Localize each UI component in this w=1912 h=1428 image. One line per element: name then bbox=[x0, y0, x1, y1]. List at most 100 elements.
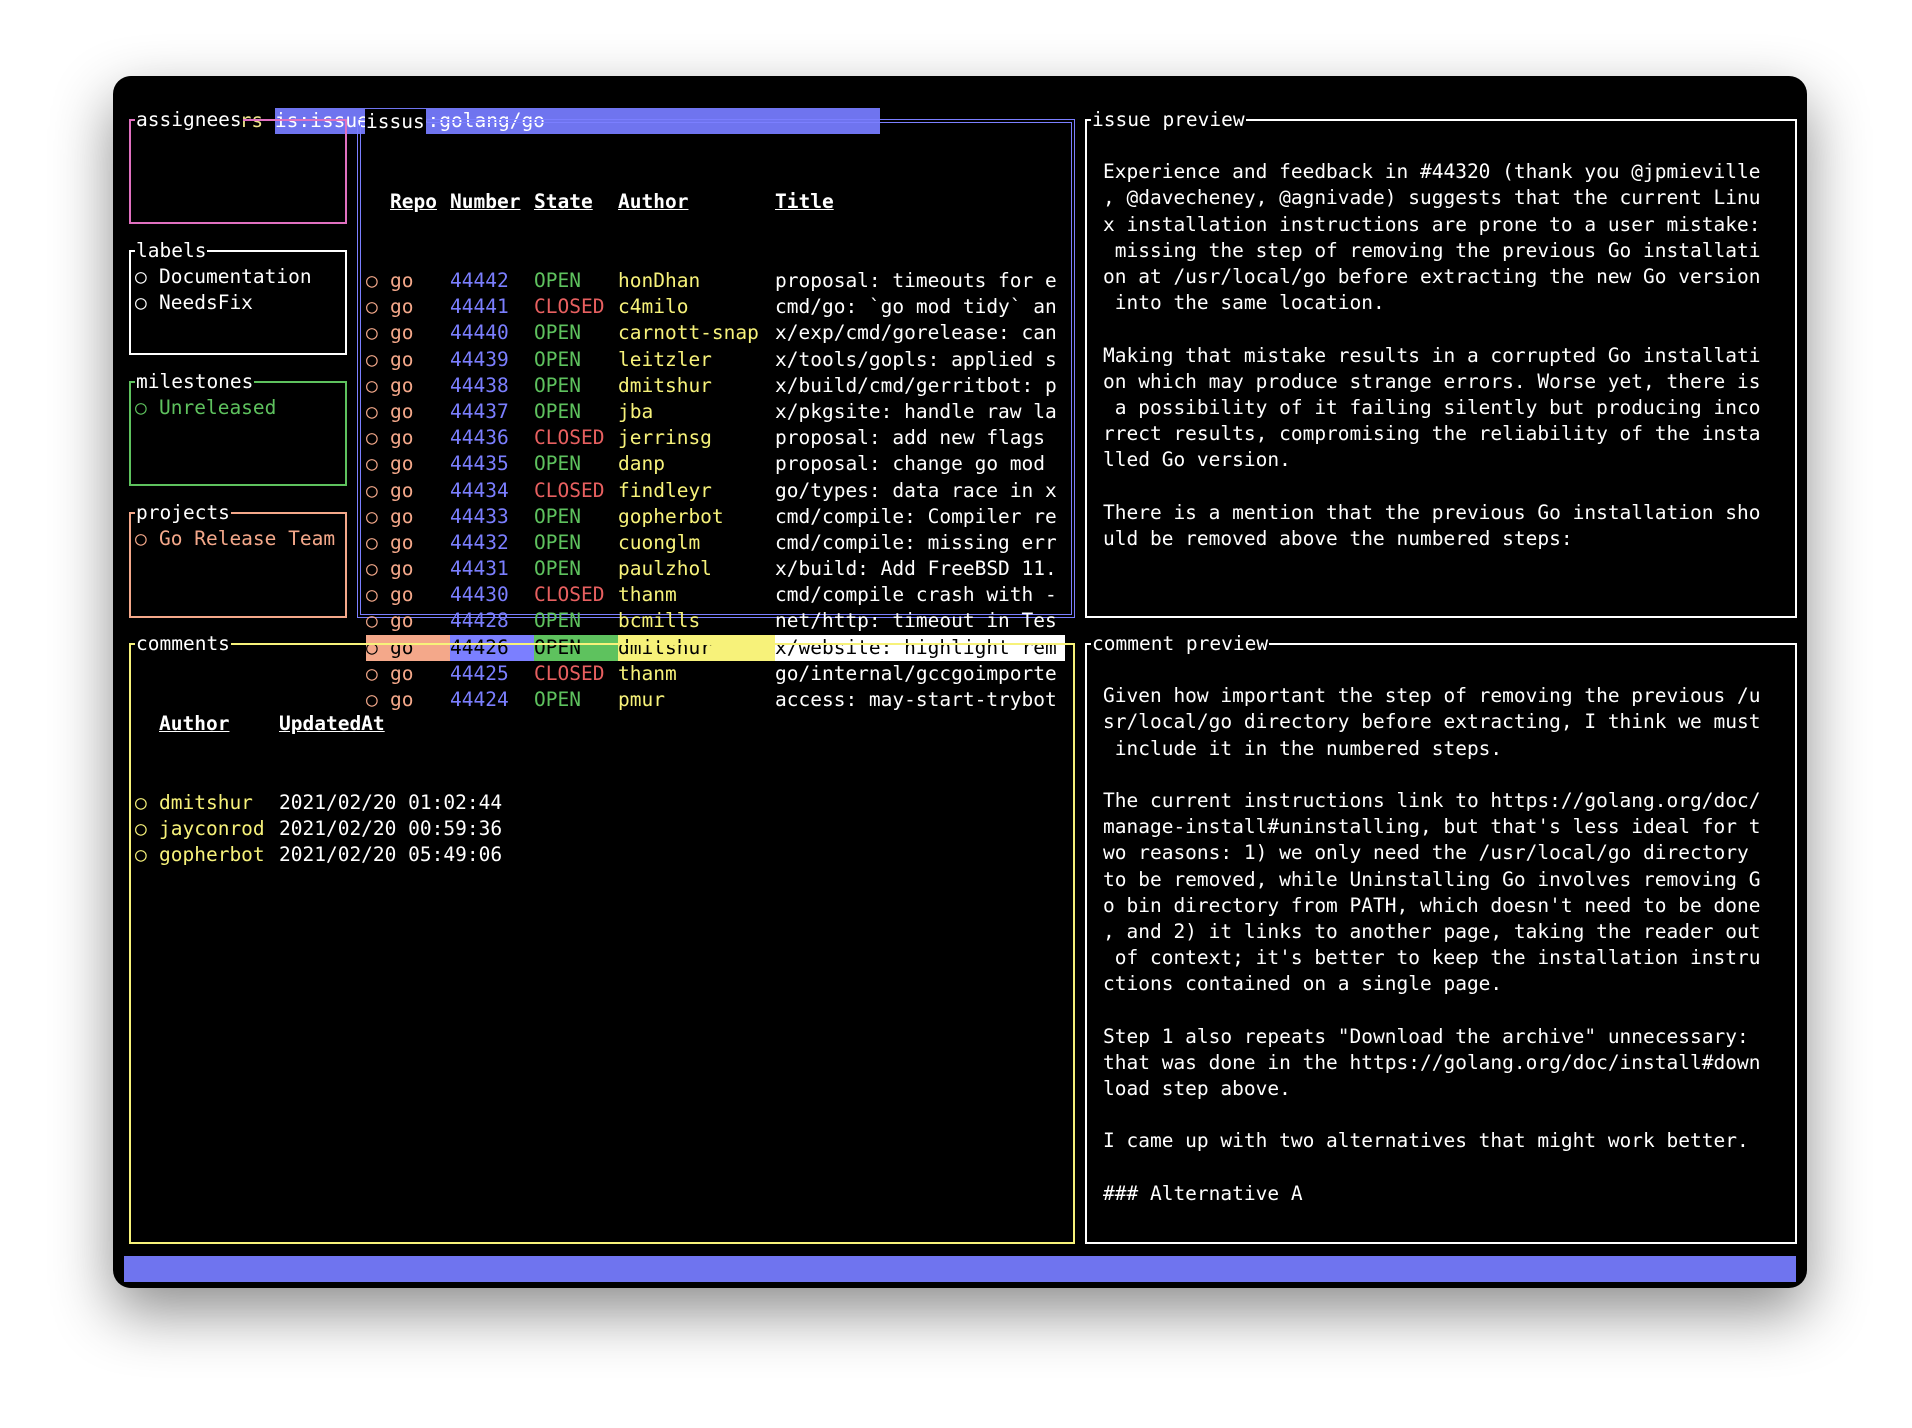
issue-repo: go bbox=[390, 609, 414, 633]
issue-number: 44436 bbox=[450, 426, 509, 450]
radio-circle-icon: ○ bbox=[135, 265, 147, 288]
assignees-panel[interactable]: assignees bbox=[129, 107, 347, 224]
issue-row[interactable]: ○ go 44430 CLOSED thanm cmd/compile crash wit… bbox=[366, 582, 1066, 608]
comment-updated-at: 2021/02/20 05:49:06 bbox=[279, 843, 503, 867]
comment-row[interactable]: ○ dmitshur 2021/02/20 01:02:44 bbox=[135, 790, 1069, 816]
issue-row[interactable]: ○ go 44438 OPEN dmitshur x/build/cmd/gerritbo… bbox=[366, 373, 1066, 399]
issue-number: 44439 bbox=[450, 347, 509, 371]
header-title[interactable]: Title bbox=[775, 189, 1065, 215]
preview-line: on at /usr/local/go before extracting th… bbox=[1103, 264, 1761, 288]
issue-title: cmd/compile crash with - bbox=[775, 583, 1057, 607]
projects-panel[interactable]: projects ○ Go Release Team bbox=[129, 500, 347, 618]
issue-author: leitzler bbox=[618, 347, 712, 371]
issue-repo: go bbox=[390, 269, 414, 292]
comment-updated-at: 2021/02/20 01:02:44 bbox=[279, 791, 503, 814]
radio-circle-icon: ○ bbox=[135, 291, 147, 315]
issue-repo: go bbox=[390, 399, 414, 423]
header-author[interactable]: Author bbox=[618, 189, 775, 215]
issue-repo: go bbox=[390, 557, 414, 581]
issue-title: cmd/compile: missing err bbox=[775, 530, 1057, 554]
milestones-list: ○ Unreleased bbox=[135, 395, 341, 421]
issue-author: jba bbox=[618, 399, 654, 423]
issue-number: 44434 bbox=[450, 478, 509, 502]
radio-circle-icon: ○ bbox=[366, 399, 378, 423]
comment-preview-title: comment preview bbox=[1091, 631, 1270, 657]
issue-author: c4milo bbox=[618, 295, 689, 319]
preview-line bbox=[1103, 1102, 1791, 1128]
radio-circle-icon: ○ bbox=[366, 530, 378, 554]
header-comment-author[interactable]: Author bbox=[159, 711, 279, 737]
issue-number: 44433 bbox=[450, 504, 509, 528]
issue-state: OPEN bbox=[534, 609, 581, 633]
preview-line: Given how important the step of removing… bbox=[1103, 684, 1761, 708]
issue-repo: go bbox=[390, 478, 414, 502]
issue-number: 44428 bbox=[450, 609, 509, 633]
issue-row[interactable]: ○ go 44441 CLOSED c4milo cmd/go: `go mod tidy… bbox=[366, 294, 1066, 320]
issue-author: gopherbot bbox=[618, 504, 724, 528]
preview-line bbox=[1103, 133, 1791, 159]
issue-author: honDhan bbox=[618, 269, 701, 292]
comment-preview-body: Given how important the step of removing… bbox=[1103, 657, 1791, 1207]
comment-preview-panel[interactable]: comment preview Given how important the … bbox=[1085, 631, 1797, 1244]
radio-circle-icon: ○ bbox=[366, 321, 378, 345]
issue-author: paulzhol bbox=[618, 557, 712, 581]
header-repo[interactable]: Repo bbox=[390, 189, 450, 215]
issue-row[interactable]: ○ go 44433 OPEN gopherbot cmd/compile: Compil… bbox=[366, 504, 1066, 530]
issue-state: CLOSED bbox=[534, 583, 605, 607]
header-updated-at[interactable]: UpdatedAt bbox=[279, 711, 539, 737]
issue-number: 44441 bbox=[450, 295, 509, 319]
radio-circle-icon: ○ bbox=[366, 452, 378, 476]
issue-author: findleyr bbox=[618, 478, 712, 502]
issue-number: 44431 bbox=[450, 557, 509, 581]
issue-number: 44440 bbox=[450, 321, 509, 345]
preview-line: , @davecheney, @agnivade) suggests that … bbox=[1103, 186, 1761, 210]
issues-panel[interactable]: issus Repo Number State Author Title ○ go… bbox=[357, 109, 1075, 711]
issues-panel-title: issus bbox=[365, 109, 426, 135]
projects-item[interactable]: ○ Go Release Team bbox=[135, 526, 341, 552]
header-number[interactable]: Number bbox=[450, 189, 534, 215]
issue-title: proposal: change go mod bbox=[775, 452, 1046, 476]
issue-repo: go bbox=[390, 295, 414, 319]
labels-panel[interactable]: labels ○ Documentation ○ NeedsFix bbox=[129, 238, 347, 355]
issue-row[interactable]: ○ go 44435 OPEN danp proposal: change go mod bbox=[366, 451, 1066, 477]
radio-circle-icon: ○ bbox=[366, 478, 378, 502]
milestones-panel[interactable]: milestones ○ Unreleased bbox=[129, 369, 347, 486]
comment-row[interactable]: ○ jayconrod 2021/02/20 00:59:36 bbox=[135, 816, 1069, 842]
preview-line: on which may produce strange errors. Wor… bbox=[1103, 369, 1761, 393]
preview-line: sr/local/go directory before extracting,… bbox=[1103, 710, 1761, 734]
milestones-item[interactable]: ○ Unreleased bbox=[135, 395, 341, 421]
issue-row[interactable]: ○ go 44434 CLOSED findleyr go/types: data rac… bbox=[366, 478, 1066, 504]
issue-row[interactable]: ○ go 44428 OPEN bcmills net/http: timeout in … bbox=[366, 608, 1066, 634]
projects-item-label: Go Release Team bbox=[159, 527, 336, 550]
comments-panel[interactable]: comments Author UpdatedAt ○ dmitshur 2021/… bbox=[129, 631, 1075, 1244]
preview-line bbox=[1103, 316, 1791, 342]
header-state[interactable]: State bbox=[534, 189, 618, 215]
issue-title: proposal: add new flags bbox=[775, 426, 1046, 450]
preview-line bbox=[1103, 1155, 1791, 1181]
labels-panel-title: labels bbox=[135, 238, 208, 264]
comment-row[interactable]: ○ gopherbot 2021/02/20 05:49:06 bbox=[135, 842, 1069, 868]
issue-title: cmd/go: `go mod tidy` an bbox=[775, 295, 1057, 319]
labels-item[interactable]: ○ Documentation bbox=[135, 264, 341, 290]
preview-line: There is a mention that the previous Go … bbox=[1103, 500, 1761, 524]
issue-state: OPEN bbox=[534, 557, 581, 581]
milestones-item-label: Unreleased bbox=[159, 396, 277, 419]
preview-line: The current instructions link to https:/… bbox=[1103, 788, 1761, 812]
issue-number: 44432 bbox=[450, 530, 509, 554]
preview-line bbox=[1103, 997, 1791, 1023]
radio-circle-icon: ○ bbox=[366, 269, 378, 292]
issue-preview-panel[interactable]: issue preview Experience and feedback in… bbox=[1085, 107, 1797, 618]
issue-row[interactable]: ○ go 44436 CLOSED jerrinsg proposal: add new … bbox=[366, 425, 1066, 451]
issue-number: 44438 bbox=[450, 373, 509, 397]
comments-rows: ○ dmitshur 2021/02/20 01:02:44 ○ jayconrod 20… bbox=[135, 790, 1069, 869]
issue-row[interactable]: ○ go 44440 OPEN carnott-snap x/exp/cmd/gorele… bbox=[366, 320, 1066, 346]
status-bar bbox=[124, 1256, 1796, 1282]
issue-row[interactable]: ○ go 44442 OPEN honDhan proposal: timeouts fo… bbox=[366, 268, 1066, 294]
labels-item[interactable]: ○ NeedsFix bbox=[135, 290, 341, 316]
issue-row[interactable]: ○ go 44439 OPEN leitzler x/tools/gopls: appli… bbox=[366, 347, 1066, 373]
issue-row[interactable]: ○ go 44432 OPEN cuonglm cmd/compile: missing … bbox=[366, 530, 1066, 556]
issue-row[interactable]: ○ go 44431 OPEN paulzhol x/build: Add FreeBSD… bbox=[366, 556, 1066, 582]
issue-title: go/types: data race in x bbox=[775, 478, 1057, 502]
preview-line bbox=[1103, 762, 1791, 788]
issue-row[interactable]: ○ go 44437 OPEN jba x/pkgsite: handle raw la bbox=[366, 399, 1066, 425]
